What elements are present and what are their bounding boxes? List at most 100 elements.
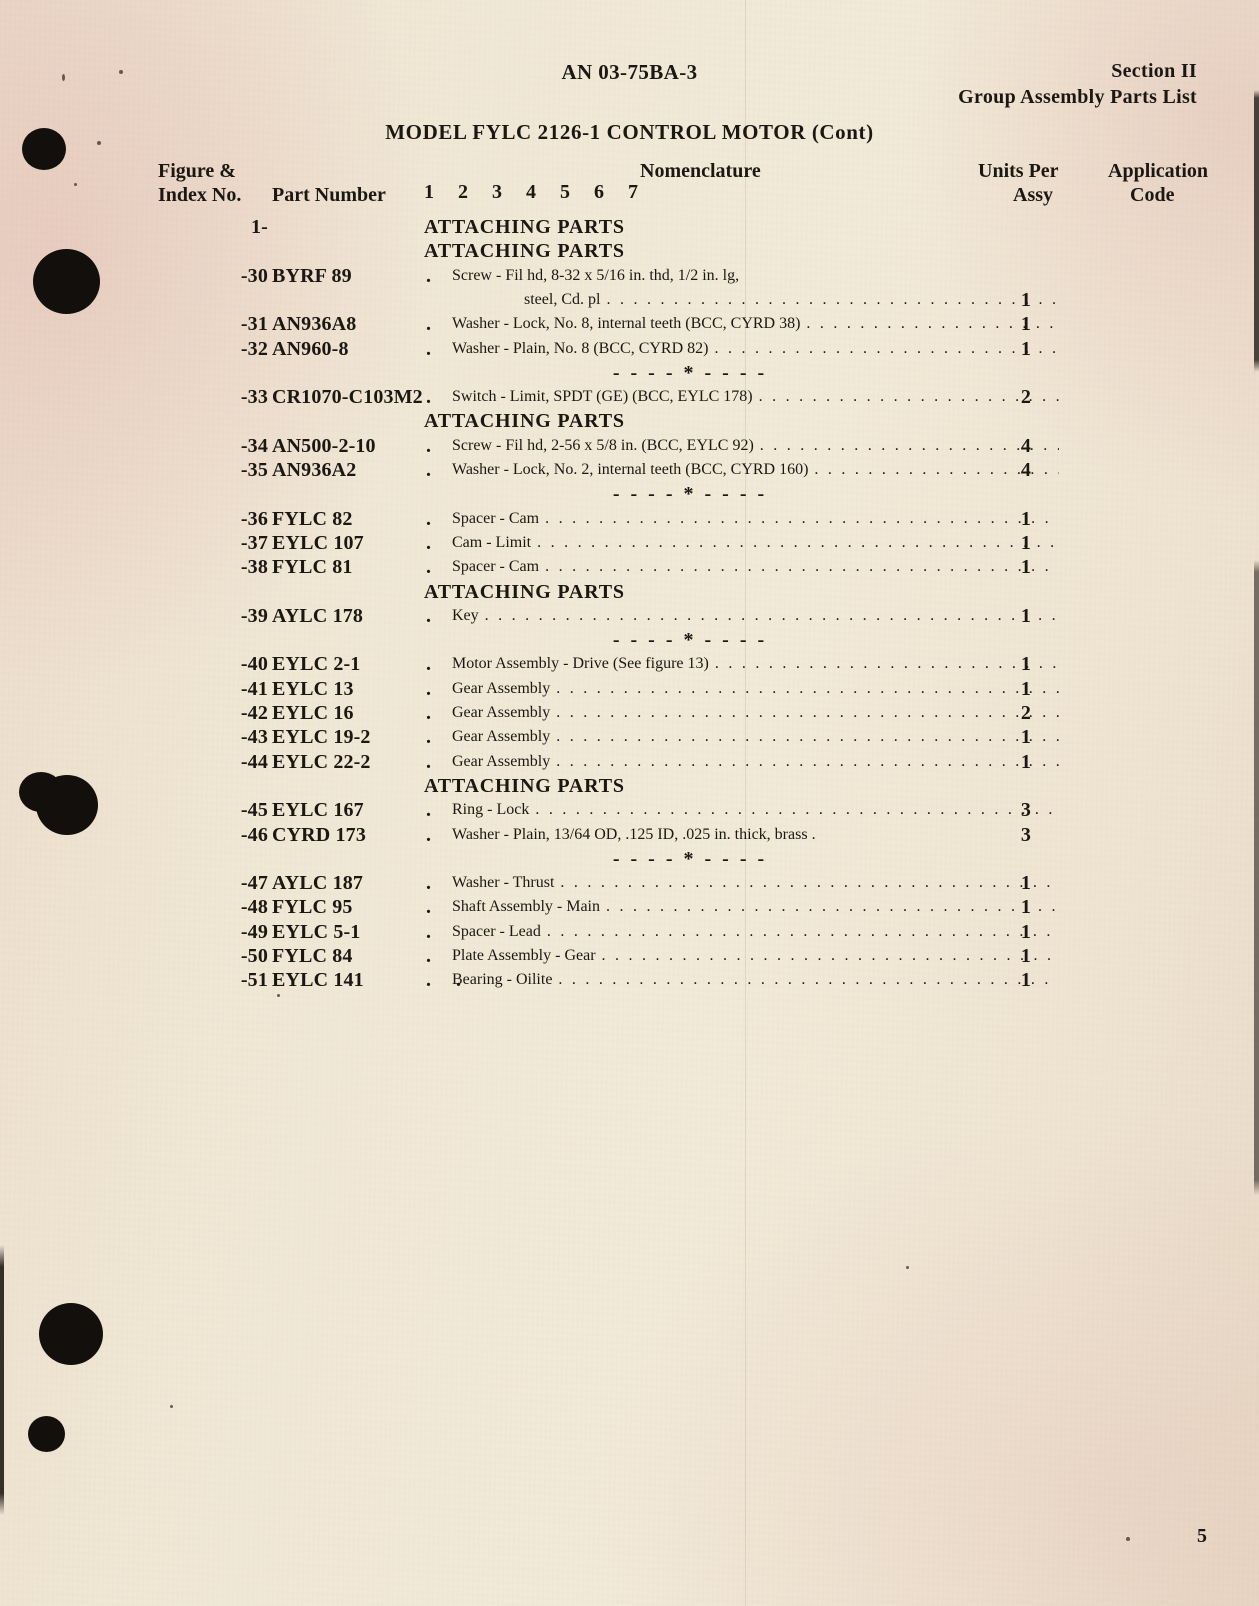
nomenclature-text: Washer - Plain, 13/64 OD, .125 ID, .025 …: [452, 825, 808, 843]
table-row[interactable]: -43 EYLC 19-2. Gear Assembly..............…: [0, 725, 1259, 749]
units-per-assy: 1: [1020, 677, 1032, 700]
units-per-assy: 1: [1020, 313, 1032, 336]
nomenclature-cell: Motor Assembly - Drive (See figure 13)..…: [452, 652, 1059, 676]
index-number: -45: [240, 799, 268, 822]
table-row[interactable]: -35 AN936A2. Washer - Lock, No. 2, interna…: [0, 458, 1259, 482]
nomenclature-text: Gear Assembly: [452, 752, 551, 770]
nomenclature-text: Gear Assembly: [452, 704, 551, 721]
nomenclature-text: Gear Assembly: [452, 679, 551, 697]
table-row[interactable]: -31 AN936A8. Washer - Lock, No. 8, interna…: [0, 312, 1259, 336]
table-row[interactable]: -32 AN960-8. Washer - Plain, No. 8 (BCC, C…: [0, 337, 1259, 361]
dot-leader: ........................................…: [556, 679, 1059, 697]
units-per-assy: 1: [1020, 337, 1032, 360]
nomenclature-text: Washer - Thrust: [452, 874, 555, 892]
units-per-assy: 1: [1020, 531, 1032, 554]
attaching-parts-heading: ATTACHING PARTS: [424, 216, 625, 238]
table-row[interactable]: -45 EYLC 167. Ring - Lock.................…: [0, 798, 1259, 822]
index-number: -35: [240, 459, 268, 481]
index-number: -51: [240, 969, 268, 992]
nomenclature-cell: Screw - Fil hd, 8-32 x 5/16 in. thd, 1/2…: [452, 264, 1059, 313]
dot-leader: ........................................…: [535, 801, 1059, 819]
part-number: AYLC 187: [272, 872, 364, 895]
column-header-assy: Assy: [1013, 184, 1054, 206]
index-number: -48: [240, 896, 268, 919]
section-label: Section II: [1111, 60, 1197, 82]
table-row[interactable]: -44 EYLC 22-2. Gear Assembly..............…: [0, 750, 1259, 774]
part-number: BYRF 89: [272, 264, 352, 287]
index-number: -31: [240, 313, 268, 336]
column-header-figure-line2: Index No.: [158, 184, 242, 206]
attaching-parts-heading-row: ATTACHING PARTS: [0, 239, 1259, 263]
dot-leader: ........................................…: [484, 606, 1059, 624]
units-per-assy: 1: [1020, 896, 1032, 919]
units-per-assy: 1: [1020, 750, 1032, 773]
part-number: EYLC 2-1: [272, 653, 361, 676]
nomenclature-text: Washer - Lock, No. 2, internal teeth (BC…: [452, 461, 809, 478]
nomenclature-cell: Washer - Plain, 13/64 OD, .125 ID, .025 …: [452, 823, 1059, 847]
table-row[interactable]: -40 EYLC 2-1. Motor Assembly - Drive (See …: [0, 652, 1259, 676]
table-row[interactable]: -49 EYLC 5-1. Spacer - Lead...............…: [0, 920, 1259, 944]
table-row[interactable]: -50 FYLC 84. Plate Assembly - Gear........…: [0, 944, 1259, 968]
part-number: EYLC 22-2: [272, 750, 371, 773]
attaching-parts-heading-row: ATTACHING PARTS: [0, 774, 1259, 798]
units-per-assy: 2: [1020, 386, 1032, 409]
nomenclature-cell: Ring - Lock.............................…: [452, 798, 1059, 822]
table-row[interactable]: -30 BYRF 89. Screw - Fil hd, 8-32 x 5/16 i…: [0, 264, 1259, 313]
table-row[interactable]: -34 AN500-2-10. Screw - Fil hd, 2-56 x 5/8…: [0, 434, 1259, 458]
dot-leader: ........................................…: [606, 290, 1059, 308]
section-separator-row: - - - - * - - - -: [0, 361, 1259, 385]
table-row[interactable]: -47 AYLC 187. Washer - Thrust.............…: [0, 871, 1259, 895]
nomenclature-cell: Washer - Thrust.........................…: [452, 871, 1059, 895]
nomenclature-text: Screw - Fil hd, 8-32 x 5/16 in. thd, 1/2…: [452, 266, 740, 284]
nomenclature-cell: Plate Assembly - Gear...................…: [452, 944, 1059, 968]
units-per-assy: 1: [1020, 969, 1032, 992]
index-number: -36: [240, 507, 268, 530]
nomenclature-text: Cam - Limit: [452, 533, 532, 551]
index-number: -49: [240, 920, 268, 943]
part-number: AYLC 178: [272, 604, 364, 627]
table-row[interactable]: -41 EYLC 13. Gear Assembly................…: [0, 677, 1259, 701]
index-number: -42: [240, 702, 268, 724]
table-row[interactable]: -36 FYLC 82. Spacer - Cam.................…: [0, 507, 1259, 531]
units-per-assy: 1: [1020, 920, 1032, 943]
table-row[interactable]: -42 EYLC 16. Gear Assembly................…: [0, 701, 1259, 725]
nomenclature-text: Washer - Plain, No. 8 (BCC, CYRD 82): [452, 339, 709, 357]
column-header-units-per: Units Per: [978, 160, 1059, 182]
nomenclature-cell: Spacer - Cam............................…: [452, 507, 1059, 531]
dot-leader: ........................................…: [560, 874, 1059, 892]
nomenclature-cell: Gear Assembly...........................…: [452, 725, 1059, 749]
index-number: -39: [240, 604, 268, 627]
section-separator-row: - - - - * - - - -: [0, 847, 1259, 871]
table-row[interactable]: -46 CYRD 173. Washer - Plain, 13/64 OD, .1…: [0, 823, 1259, 847]
nomenclature-text: Spacer - Lead: [452, 922, 541, 940]
table-row[interactable]: -37 EYLC 107. Cam - Limit.................…: [0, 531, 1259, 555]
column-header-code: Code: [1130, 184, 1175, 206]
column-header-indent-digits: 1 2 3 4 5 6 7: [424, 181, 648, 203]
scanned-page: AN 03-75BA-3 Section II Group Assembly P…: [0, 0, 1259, 1606]
table-row[interactable]: -51 EYLC 141. . Bearing - Oilite..........…: [0, 968, 1259, 992]
table-row[interactable]: -39 AYLC 178. Key.........................…: [0, 604, 1259, 628]
units-per-assy: 1: [1020, 726, 1032, 749]
table-row[interactable]: -33 CR1070-C103M2. Switch - Limit, SPDT (G…: [0, 385, 1259, 409]
dot-leader: ........................................…: [606, 898, 1059, 916]
attaching-parts-heading-row: ATTACHING PARTS: [0, 409, 1259, 433]
index-number: -32: [240, 337, 268, 360]
index-number: -50: [240, 945, 268, 967]
units-per-assy: 1: [1020, 556, 1032, 579]
table-row[interactable]: -48 FYLC 95. Shaft Assembly - Main........…: [0, 895, 1259, 919]
column-header-part-number: Part Number: [272, 184, 386, 206]
units-per-assy: 1: [1020, 872, 1032, 895]
column-header-figure-line1: Figure &: [158, 160, 236, 182]
units-per-assy: 1: [1020, 288, 1032, 311]
nomenclature-text: Gear Assembly: [452, 728, 551, 746]
units-per-assy: 1: [1020, 604, 1032, 627]
part-number: FYLC 84: [272, 945, 353, 967]
nomenclature-cell: Gear Assembly...........................…: [452, 750, 1059, 774]
units-per-assy: 4: [1020, 459, 1032, 481]
section-separator: - - - - * - - - -: [612, 629, 768, 652]
table-row[interactable]: -38 FYLC 81. Spacer - Cam.................…: [0, 555, 1259, 579]
nomenclature-cell: Bearing - Oilite........................…: [452, 968, 1059, 992]
nomenclature-text: Motor Assembly - Drive (See figure 13): [452, 655, 709, 673]
units-per-assy: 1: [1020, 507, 1032, 530]
index-number: -30: [240, 264, 268, 287]
